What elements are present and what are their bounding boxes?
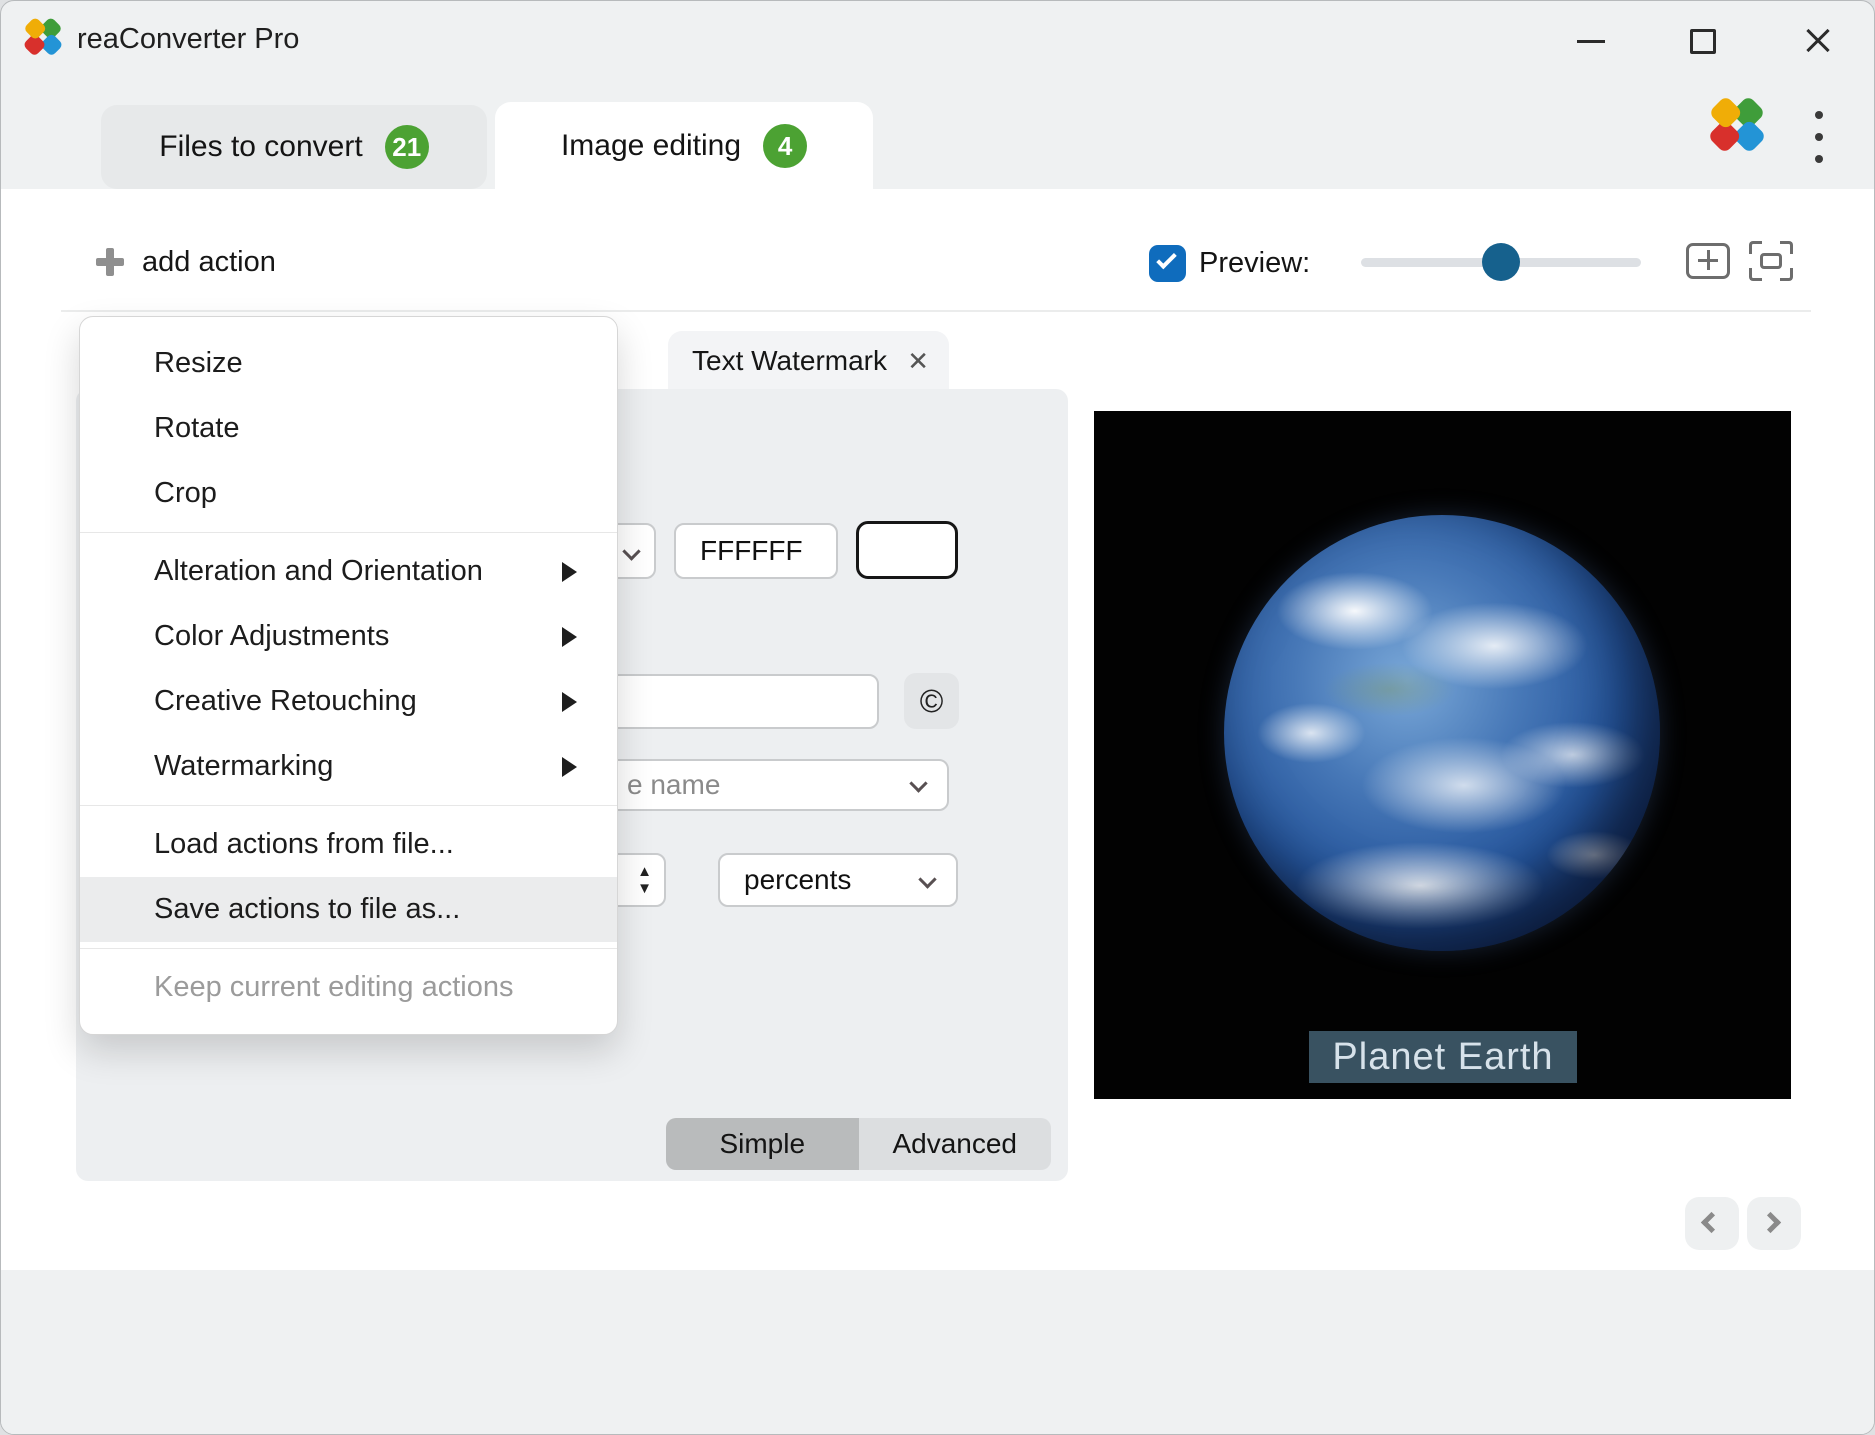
menu-item-label: Alteration and Orientation <box>154 555 483 588</box>
actual-size-button[interactable] <box>1686 243 1730 279</box>
menu-item-load-actions[interactable]: Load actions from file... <box>80 812 617 877</box>
copyright-symbol-button[interactable]: © <box>904 673 959 729</box>
close-button[interactable] <box>1796 19 1840 63</box>
toolbar-separator <box>61 310 1811 312</box>
app-logo-icon <box>15 9 72 66</box>
menu-item-rotate[interactable]: Rotate <box>80 396 617 461</box>
image-preview: Planet Earth <box>1094 411 1791 1099</box>
menu-item-save-actions[interactable]: Save actions to file as... <box>80 877 617 942</box>
menu-item-watermarking[interactable]: Watermarking <box>80 734 617 799</box>
preview-zoom-slider[interactable] <box>1361 258 1641 267</box>
chevron-down-icon <box>622 542 640 560</box>
stepper-up-icon[interactable]: ▲ <box>637 864 652 879</box>
preview-checkbox[interactable] <box>1149 245 1186 282</box>
submenu-arrow-icon <box>562 757 577 777</box>
slider-thumb[interactable] <box>1482 243 1520 281</box>
output-bar: Save as JPG ⚙ to Subfolder: Converted Co… <box>1 1270 1875 1435</box>
submenu-arrow-icon <box>562 562 577 582</box>
fit-to-screen-button[interactable] <box>1749 241 1793 281</box>
chevron-left-icon <box>1701 1212 1722 1233</box>
tab-text-watermark[interactable]: Text Watermark ✕ <box>668 331 949 391</box>
minimize-button[interactable] <box>1569 19 1613 63</box>
menu-item-color-adjustments[interactable]: Color Adjustments <box>80 604 617 669</box>
reaconverter-logo-icon <box>1696 84 1778 166</box>
tab-label: Files to convert <box>159 130 362 164</box>
actions-count-badge: 4 <box>763 124 807 168</box>
stepper-down-icon[interactable]: ▼ <box>637 881 652 896</box>
app-window: reaConverter Pro Files to convert 21 Ima… <box>0 0 1875 1435</box>
close-tab-icon[interactable]: ✕ <box>907 346 929 377</box>
earth-image <box>1224 515 1660 951</box>
unit-dropdown[interactable]: percents <box>718 853 958 907</box>
menu-item-label: Color Adjustments <box>154 620 389 653</box>
tab-files-to-convert[interactable]: Files to convert 21 <box>101 105 487 189</box>
preview-label: Preview: <box>1199 247 1310 280</box>
previous-image-button[interactable] <box>1685 1197 1739 1250</box>
menu-separator <box>80 532 617 533</box>
font-color-hex-input[interactable]: FFFFFF <box>674 523 838 579</box>
files-count-badge: 21 <box>385 125 429 169</box>
add-action-menu: Resize Rotate Crop Alteration and Orient… <box>79 316 618 1035</box>
dropdown-value: e name <box>627 769 720 801</box>
check-icon <box>1156 249 1177 270</box>
watermark-tab-label: Text Watermark <box>692 345 899 377</box>
menu-item-label: Watermarking <box>154 750 333 783</box>
advanced-mode-button[interactable]: Advanced <box>859 1118 1052 1170</box>
simple-mode-button[interactable]: Simple <box>666 1118 859 1170</box>
menu-item-label: Creative Retouching <box>154 685 417 718</box>
menu-item-keep-current-actions: Keep current editing actions <box>80 955 617 1020</box>
menu-separator <box>80 948 617 949</box>
watermark-overlay-text: Planet Earth <box>1309 1031 1577 1083</box>
tab-label: Image editing <box>561 129 741 163</box>
menu-item-crop[interactable]: Crop <box>80 461 617 526</box>
window-title: reaConverter Pro <box>77 21 299 57</box>
menu-item-alteration-and-orientation[interactable]: Alteration and Orientation <box>80 539 617 604</box>
next-image-button[interactable] <box>1747 1197 1801 1250</box>
font-color-swatch[interactable] <box>856 521 958 579</box>
chevron-right-icon <box>1760 1212 1781 1233</box>
submenu-arrow-icon <box>562 692 577 712</box>
tab-image-editing[interactable]: Image editing 4 <box>495 102 873 190</box>
menu-separator <box>80 805 617 806</box>
chevron-down-icon <box>918 870 936 888</box>
menu-item-resize[interactable]: Resize <box>80 331 617 396</box>
chevron-down-icon <box>909 774 927 792</box>
submenu-arrow-icon <box>562 627 577 647</box>
more-options-menu-icon[interactable] <box>1815 111 1825 163</box>
dropdown-value: percents <box>744 864 851 895</box>
plus-icon <box>96 248 124 276</box>
menu-item-creative-retouching[interactable]: Creative Retouching <box>80 669 617 734</box>
maximize-button[interactable] <box>1681 19 1725 63</box>
add-action-label: add action <box>142 246 276 279</box>
add-action-button[interactable]: add action <box>96 239 276 285</box>
mode-segmented-control: Simple Advanced <box>666 1118 1051 1170</box>
